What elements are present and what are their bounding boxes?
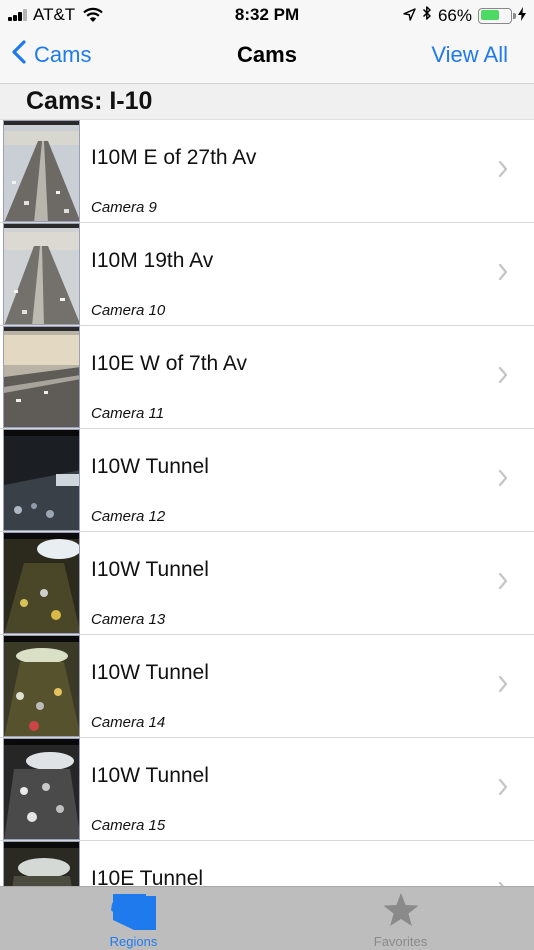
tab-favorites[interactable]: Favorites <box>267 887 534 950</box>
camera-title: I10W Tunnel <box>91 764 209 787</box>
camera-thumbnail <box>3 120 80 222</box>
chevron-right-icon <box>498 778 508 801</box>
battery-icon <box>478 7 516 24</box>
list-item[interactable]: I10E Tunnel <box>0 841 534 886</box>
camera-subtitle: Camera 11 <box>91 405 165 422</box>
chevron-right-icon <box>498 366 508 389</box>
battery-percent: 66% <box>437 5 472 25</box>
camera-thumbnail <box>3 326 80 428</box>
camera-thumbnail <box>3 738 80 840</box>
list-item[interactable]: I10W Tunnel Camera 14 <box>0 635 534 738</box>
tab-regions[interactable]: Regions <box>0 887 267 950</box>
status-right: 66% <box>397 5 526 26</box>
chevron-right-icon <box>498 675 508 698</box>
chevron-right-icon <box>498 469 508 492</box>
camera-subtitle: Camera 9 <box>91 199 157 216</box>
camera-title: I10M E of 27th Av <box>91 146 257 169</box>
camera-title: I10W Tunnel <box>91 661 209 684</box>
camera-title: I10W Tunnel <box>91 558 209 581</box>
camera-title: I10E W of 7th Av <box>91 352 248 375</box>
chevron-right-icon <box>498 263 508 286</box>
camera-subtitle: Camera 12 <box>91 508 166 525</box>
list-item[interactable]: I10M E of 27th Av Camera 9 <box>0 120 534 223</box>
camera-thumbnail <box>3 429 80 531</box>
view-all-button[interactable]: View All <box>431 42 508 68</box>
camera-thumbnail <box>3 223 80 325</box>
location-arrow-icon <box>403 6 416 26</box>
chevron-left-icon <box>12 40 26 70</box>
bluetooth-icon <box>422 5 432 26</box>
camera-subtitle: Camera 10 <box>91 302 166 319</box>
list-item[interactable]: I10W Tunnel Camera 12 <box>0 429 534 532</box>
screen: AT&T 8:32 PM 66% Cams Cams View All Cams… <box>0 0 534 950</box>
back-button[interactable]: Cams <box>12 40 91 70</box>
camera-title: I10M 19th Av <box>91 249 214 272</box>
camera-title: I10W Tunnel <box>91 455 209 478</box>
camera-list[interactable]: I10M E of 27th Av Camera 9 I10M 19th Av <box>0 120 534 886</box>
camera-thumbnail <box>3 532 80 634</box>
camera-subtitle: Camera 15 <box>91 817 166 834</box>
camera-title: I10E Tunnel <box>91 867 204 886</box>
star-icon <box>382 892 420 933</box>
list-item[interactable]: I10E W of 7th Av Camera 11 <box>0 326 534 429</box>
camera-subtitle: Camera 14 <box>91 714 166 731</box>
arizona-map-icon <box>110 892 158 937</box>
chevron-right-icon <box>498 160 508 183</box>
tab-regions-label: Regions <box>109 934 158 949</box>
section-header-title: Cams: I-10 <box>26 87 153 115</box>
status-bar: AT&T 8:32 PM 66% <box>0 0 534 30</box>
list-item[interactable]: I10W Tunnel Camera 13 <box>0 532 534 635</box>
navigation-bar: Cams Cams View All <box>0 30 534 84</box>
camera-thumbnail <box>3 841 80 886</box>
section-header: Cams: I-10 <box>0 84 534 120</box>
camera-subtitle: Camera 13 <box>91 611 166 628</box>
chevron-right-icon <box>498 572 508 595</box>
tab-favorites-label: Favorites <box>373 934 428 949</box>
list-item[interactable]: I10W Tunnel Camera 15 <box>0 738 534 841</box>
camera-thumbnail <box>3 635 80 737</box>
tab-bar: Regions Favorites <box>0 886 534 950</box>
charging-bolt-icon <box>518 6 526 26</box>
list-item[interactable]: I10M 19th Av Camera 10 <box>0 223 534 326</box>
back-button-label: Cams <box>34 42 92 67</box>
